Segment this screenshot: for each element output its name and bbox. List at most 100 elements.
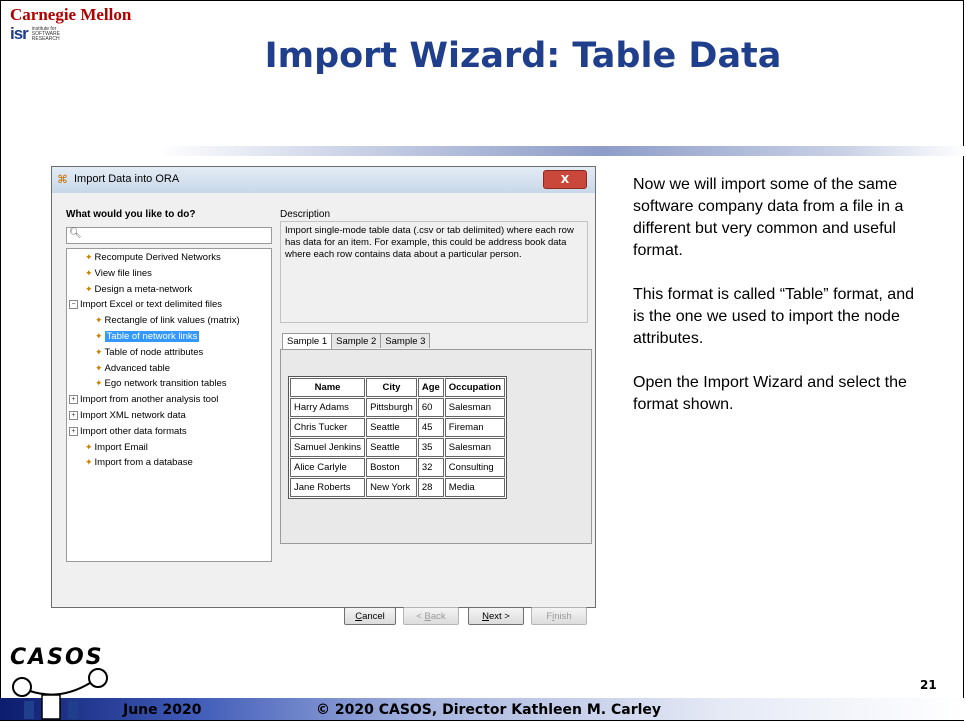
back-button[interactable]: < Back (403, 607, 459, 625)
tree-item[interactable]: ✦ Advanced table (95, 362, 170, 375)
sample-tabs: Sample 1 Sample 2 Sample 3 (282, 333, 431, 350)
table-cell: 60 (417, 398, 444, 417)
wand-icon: ✦ (95, 315, 103, 326)
expand-icon[interactable]: + (69, 410, 78, 420)
title-divider (155, 146, 966, 156)
tree-item[interactable]: ✦ Table of node attributes (95, 346, 203, 359)
tree-item-label: View file lines (94, 267, 152, 279)
tree-item-label: Advanced table (104, 362, 171, 374)
paragraph-instruction: Open the Import Wizard and select the fo… (633, 374, 907, 413)
wand-icon: ✦ (85, 252, 93, 262)
tree-item[interactable]: ✦ View file lines (85, 267, 152, 280)
table-cell: Fireman (444, 418, 506, 437)
tree-item-label: Import Excel or text delimited files (80, 299, 223, 311)
tab-sample-2[interactable]: Sample 2 (331, 333, 382, 348)
org-name: Carnegie Mellon (10, 5, 132, 24)
dialog-titlebar[interactable]: ⌘ Import Data into ORA X (52, 167, 595, 193)
table-cell: Consulting (444, 458, 506, 477)
tree-item[interactable]: ✦ Import Email (85, 441, 148, 454)
explanation-text: Now we will import some of the same soft… (633, 174, 923, 438)
tree-item[interactable]: ✦ Design a meta-network (85, 283, 192, 296)
sample-panel: Name City Age Occupation Harry Adams Pittsbu… (280, 349, 592, 544)
dialog-title: Import Data into ORA (74, 173, 180, 185)
tree-item-label: Import from a database (94, 457, 193, 469)
wand-icon: ✦ (85, 457, 93, 468)
slide-title: Import Wizard: Table Data (264, 36, 782, 76)
table-row: Samuel Jenkins Seattle 35 Salesman (290, 438, 506, 457)
table-cell: Samuel Jenkins (290, 438, 366, 457)
table-cell: Boston (366, 458, 417, 477)
description-label: Description (280, 209, 331, 220)
dialog-body: What would you like to do? 🔍︎ ✦ Recompute… (58, 197, 592, 625)
collapse-icon[interactable]: − (69, 300, 78, 310)
footer-date: June 2020 (123, 702, 202, 718)
tree-item-label: Table of node attributes (104, 346, 204, 358)
tab-sample-1[interactable]: Sample 1 (282, 333, 333, 350)
tree-item-label: Ego network transition tables (104, 378, 227, 390)
search-input[interactable]: 🔍︎ (66, 227, 272, 244)
tab-sample-3[interactable]: Sample 3 (380, 333, 431, 348)
column-header: Name (290, 378, 366, 397)
tree-item[interactable]: − Import Excel or text delimited files (69, 298, 222, 311)
casos-logo: CASOS (10, 645, 120, 721)
tree-item-label: Import Email (94, 441, 148, 453)
paragraph-intro: Now we will import some of the same soft… (633, 176, 904, 259)
wand-icon: ✦ (85, 267, 93, 278)
institute-mark: isr (10, 24, 29, 43)
table-cell: Salesman (444, 438, 506, 457)
wand-icon: ✦ (85, 441, 93, 452)
table-cell: 45 (417, 418, 444, 437)
table-cell: 35 (417, 438, 444, 457)
tree-item[interactable]: ✦ Table of network links (95, 330, 200, 343)
tree-item[interactable]: + Import XML network data (69, 409, 186, 422)
wand-icon: ✦ (95, 331, 103, 341)
table-cell: Chris Tucker (290, 418, 366, 437)
footer-copyright: © 2020 CASOS, Director Kathleen M. Carle… (316, 702, 662, 718)
table-cell: Media (444, 478, 506, 497)
tree-item-label: Table of network links (104, 331, 200, 342)
wand-icon: ✦ (95, 362, 103, 373)
paragraph-format: This format is called “Table” format, an… (633, 286, 914, 347)
column-header: Occupation (444, 378, 506, 397)
table-cell: New York (366, 478, 417, 497)
close-button[interactable]: X (543, 170, 587, 189)
tree-item-label: Recompute Derived Networks (94, 252, 221, 263)
casos-logo-graphic (12, 668, 108, 720)
table-cell: Alice Carlyle (290, 458, 366, 477)
next-button[interactable]: Next > (468, 607, 524, 625)
question-label: What would you like to do? (66, 209, 196, 220)
page-number: 21 (920, 678, 937, 692)
tree-item[interactable]: ✦ Import from a database (85, 456, 193, 469)
tree-item[interactable]: ✦ Rectangle of link values (matrix) (95, 314, 240, 327)
table-row: Harry Adams Pittsburgh 60 Salesman (290, 398, 506, 417)
table-cell: Salesman (444, 398, 506, 417)
import-options-tree: ✦ Recompute Derived Networks ✦ View file li… (66, 248, 272, 562)
search-icon: 🔍︎ (69, 228, 82, 239)
column-header: Age (417, 378, 444, 397)
table-cell: 28 (417, 478, 444, 497)
description-text: Import single-mode table data (.csv or t… (280, 221, 588, 323)
import-dialog: ⌘ Import Data into ORA X What would you … (51, 166, 596, 625)
table-cell: Seattle (366, 438, 417, 457)
wand-icon: ✦ (95, 378, 103, 389)
tree-item[interactable]: ✦ Recompute Derived Networks (85, 251, 221, 264)
table-row: Alice Carlyle Boston 32 Consulting (290, 458, 506, 477)
finish-button[interactable]: Finish (531, 607, 587, 625)
tree-item-label: Import XML network data (80, 410, 186, 421)
tree-item-label: Design a meta-network (94, 283, 193, 295)
tree-item[interactable]: + Import from another analysis tool (69, 393, 218, 406)
table-cell: Harry Adams (290, 398, 366, 417)
expand-icon[interactable]: + (69, 426, 78, 436)
table-cell: Pittsburgh (366, 398, 417, 417)
column-header: City (366, 378, 417, 397)
expand-icon[interactable]: + (69, 395, 78, 405)
tree-item-label: Import from another analysis tool (80, 394, 219, 406)
cancel-button[interactable]: Cancel (344, 607, 396, 625)
tree-item[interactable]: ✦ Ego network transition tables (95, 377, 227, 390)
wand-icon: ✦ (95, 346, 103, 357)
table-cell: Seattle (366, 418, 417, 437)
tree-item[interactable]: + Import other data formats (69, 425, 187, 438)
tree-item-label: Rectangle of link values (matrix) (104, 315, 240, 327)
sample-table: Name City Age Occupation Harry Adams Pittsbu… (288, 376, 508, 499)
ora-app-icon: ⌘ (57, 173, 68, 186)
